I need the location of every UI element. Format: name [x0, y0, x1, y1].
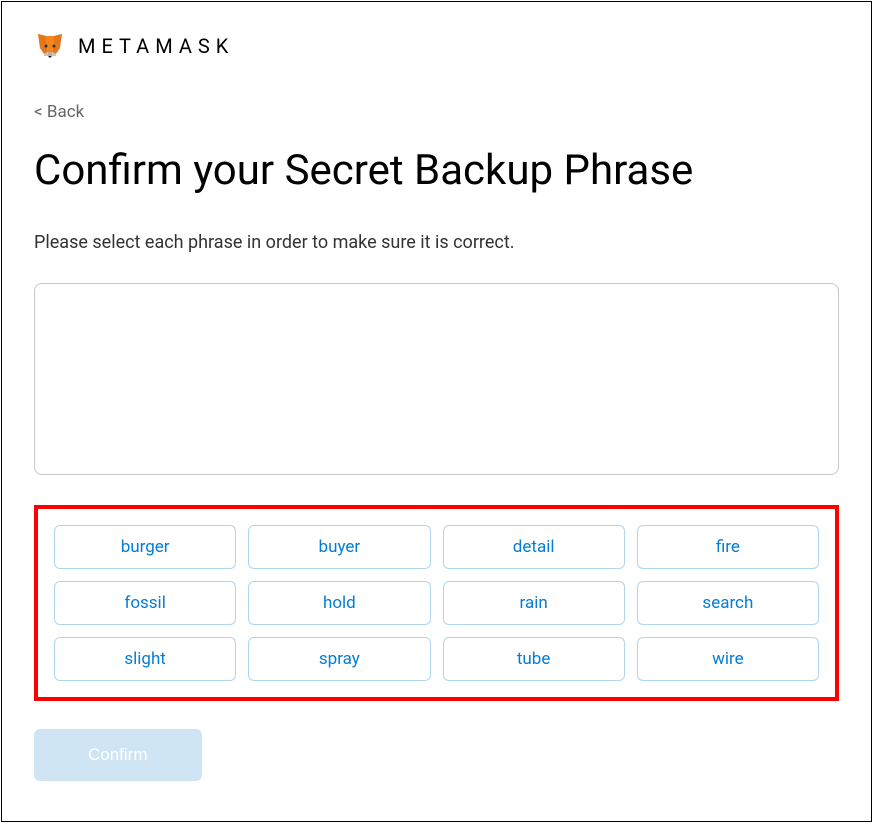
confirm-button[interactable]: Confirm	[34, 729, 202, 781]
word-chip-hold[interactable]: hold	[248, 581, 430, 625]
word-chip-spray[interactable]: spray	[248, 637, 430, 681]
metamask-fox-icon	[34, 30, 66, 62]
app-window: METAMASK < Back Confirm your Secret Back…	[1, 1, 872, 822]
word-chip-fossil[interactable]: fossil	[54, 581, 236, 625]
instructions-text: Please select each phrase in order to ma…	[34, 232, 839, 253]
page-title: Confirm your Secret Backup Phrase	[34, 146, 839, 196]
word-chip-buyer[interactable]: buyer	[248, 525, 430, 569]
brand-name: METAMASK	[78, 34, 234, 58]
selected-phrase-box[interactable]	[34, 283, 839, 475]
word-grid: burger buyer detail fire fossil hold rai…	[54, 525, 819, 681]
word-chip-tube[interactable]: tube	[443, 637, 625, 681]
word-chip-slight[interactable]: slight	[54, 637, 236, 681]
word-chip-rain[interactable]: rain	[443, 581, 625, 625]
content-area: < Back Confirm your Secret Backup Phrase…	[2, 62, 871, 781]
word-selection-area: burger buyer detail fire fossil hold rai…	[34, 505, 839, 701]
word-chip-search[interactable]: search	[637, 581, 819, 625]
word-chip-wire[interactable]: wire	[637, 637, 819, 681]
word-chip-fire[interactable]: fire	[637, 525, 819, 569]
word-chip-detail[interactable]: detail	[443, 525, 625, 569]
header: METAMASK	[2, 2, 871, 62]
back-link[interactable]: < Back	[34, 102, 839, 122]
word-chip-burger[interactable]: burger	[54, 525, 236, 569]
